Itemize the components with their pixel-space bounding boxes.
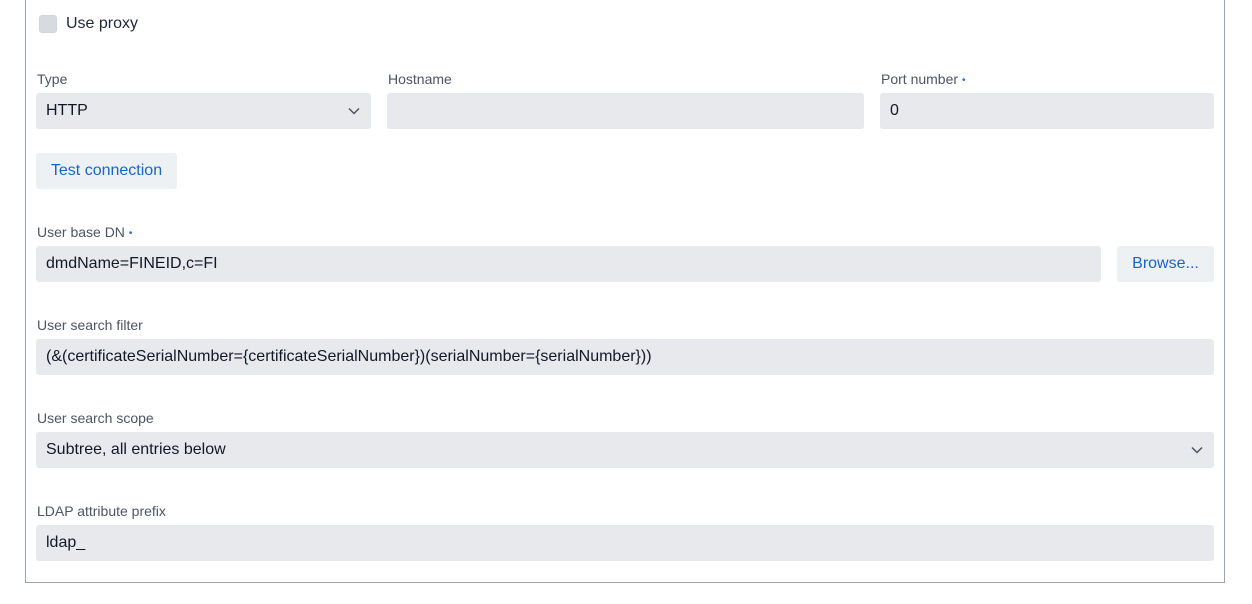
user-search-filter-input[interactable]: (&(certificateSerialNumber={certificateS… <box>36 339 1214 375</box>
required-indicator: • <box>128 227 133 239</box>
port-number-input[interactable]: 0 <box>880 93 1214 129</box>
port-number-value: 0 <box>890 102 899 119</box>
user-search-filter-value: (&(certificateSerialNumber={certificateS… <box>46 348 652 365</box>
port-number-label: Port number • <box>881 71 966 87</box>
chevron-down-icon <box>347 104 361 118</box>
browse-button[interactable]: Browse... <box>1117 246 1214 282</box>
user-search-scope-label: User search scope <box>37 410 154 426</box>
user-search-scope-select[interactable]: Subtree, all entries below <box>36 432 1214 468</box>
settings-panel <box>25 0 1225 583</box>
user-base-dn-input[interactable]: dmdName=FINEID,c=FI <box>36 246 1101 282</box>
required-indicator: • <box>962 74 966 86</box>
user-search-scope-value: Subtree, all entries below <box>46 441 226 458</box>
type-select[interactable]: HTTP <box>36 93 371 129</box>
use-proxy-row[interactable]: Use proxy <box>39 15 138 33</box>
use-proxy-checkbox[interactable] <box>39 15 57 33</box>
user-base-dn-value: dmdName=FINEID,c=FI <box>46 255 218 272</box>
type-select-value: HTTP <box>46 102 88 119</box>
hostname-label: Hostname <box>388 71 452 87</box>
user-base-dn-label: User base DN • <box>37 224 133 240</box>
use-proxy-label: Use proxy <box>66 15 139 32</box>
test-connection-button[interactable]: Test connection <box>36 153 177 189</box>
chevron-down-icon <box>1190 443 1204 457</box>
ldap-attribute-prefix-value: ldap_ <box>46 534 86 551</box>
ldap-attribute-prefix-label: LDAP attribute prefix <box>37 503 166 519</box>
type-label: Type <box>37 71 68 87</box>
hostname-input[interactable] <box>387 93 864 129</box>
user-search-filter-label: User search filter <box>37 317 143 333</box>
ldap-attribute-prefix-input[interactable]: ldap_ <box>36 525 1214 561</box>
